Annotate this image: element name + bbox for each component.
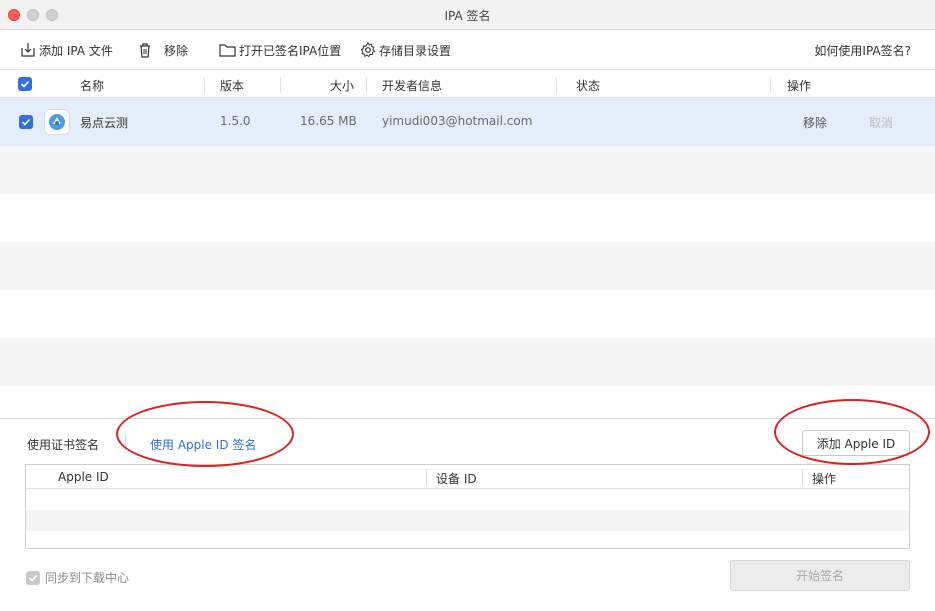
add-apple-id-button[interactable]: 添加 Apple ID — [802, 430, 910, 456]
column-divider — [204, 77, 205, 93]
empty-row — [0, 146, 935, 194]
empty-row — [0, 338, 935, 386]
toolbar: 添加 IPA 文件 移除 打开已签名IPA位置 存储目录设置 如何使用IPA签名… — [0, 30, 935, 70]
column-name[interactable]: 名称 — [80, 77, 104, 94]
empty-row — [0, 290, 935, 338]
column-apple-id[interactable]: Apple ID — [58, 470, 109, 484]
column-developer[interactable]: 开发者信息 — [382, 77, 442, 94]
app-version: 1.5.0 — [220, 114, 251, 128]
remove-button[interactable]: 移除 — [137, 41, 188, 59]
app-size: 16.65 MB — [300, 114, 357, 128]
sync-checkbox[interactable] — [26, 570, 40, 585]
signing-panel: 使用证书签名 使用 Apple ID 签名 添加 Apple ID Apple … — [0, 418, 935, 611]
start-signing-button[interactable]: 开始签名 — [730, 560, 910, 591]
window-title: IPA 签名 — [444, 9, 491, 23]
apple-id-table: Apple ID 设备 ID 操作 — [25, 464, 910, 549]
table-row[interactable]: 易点云测 1.5.0 16.65 MB yimudi003@hotmail.co… — [0, 98, 935, 146]
storage-settings-button[interactable]: 存储目录设置 — [360, 41, 451, 59]
developer-info: yimudi003@hotmail.com — [382, 114, 533, 128]
open-signed-location-button[interactable]: 打开已签名IPA位置 — [219, 41, 341, 59]
title-bar: IPA 签名 — [0, 0, 935, 30]
column-divider — [770, 77, 771, 93]
empty-row — [0, 242, 935, 290]
file-table-header: 名称 版本 大小 开发者信息 状态 操作 — [0, 71, 935, 98]
tab-apple-id-signing[interactable]: 使用 Apple ID 签名 — [150, 436, 256, 453]
column-divider — [802, 469, 803, 485]
column-actions[interactable]: 操作 — [787, 77, 811, 94]
trash-icon — [140, 43, 150, 58]
column-status[interactable]: 状态 — [576, 77, 600, 94]
app-name: 易点云测 — [80, 116, 129, 130]
check-icon — [28, 574, 38, 582]
column-divider — [426, 469, 427, 485]
column-version[interactable]: 版本 — [220, 77, 244, 94]
empty-row — [0, 194, 935, 242]
help-link[interactable]: 如何使用IPA签名? — [814, 42, 911, 59]
empty-row — [26, 489, 909, 510]
column-divider — [280, 77, 281, 93]
sync-label: 同步到下载中心 — [45, 571, 130, 585]
remove-label: 移除 — [164, 43, 189, 58]
empty-row — [26, 510, 909, 531]
sync-option[interactable]: 同步到下载中心 — [26, 569, 129, 586]
apple-id-table-header: Apple ID 设备 ID 操作 — [26, 465, 909, 489]
check-icon — [20, 80, 30, 88]
app-logo-icon — [49, 114, 65, 130]
import-file-icon — [21, 43, 35, 57]
row-cancel-link[interactable]: 取消 — [869, 114, 893, 131]
gear-icon — [360, 42, 376, 58]
storage-settings-label: 存储目录设置 — [379, 43, 452, 58]
tab-divider — [125, 435, 126, 451]
folder-icon — [219, 44, 236, 57]
check-icon — [21, 118, 31, 126]
row-remove-link[interactable]: 移除 — [803, 114, 827, 131]
column-divider — [556, 77, 557, 93]
column-device-id[interactable]: 设备 ID — [436, 470, 477, 487]
file-table-body: 易点云测 1.5.0 16.65 MB yimudi003@hotmail.co… — [0, 98, 935, 386]
row-checkbox[interactable] — [19, 115, 33, 129]
open-location-label: 打开已签名IPA位置 — [239, 43, 342, 58]
column-id-actions[interactable]: 操作 — [812, 470, 836, 487]
add-ipa-label: 添加 IPA 文件 — [39, 43, 113, 58]
column-divider — [366, 77, 367, 93]
app-icon — [44, 109, 70, 135]
column-size[interactable]: 大小 — [330, 77, 354, 94]
tab-certificate-signing[interactable]: 使用证书签名 — [27, 436, 99, 453]
add-ipa-button[interactable]: 添加 IPA 文件 — [20, 41, 113, 59]
select-all-checkbox[interactable] — [18, 77, 32, 91]
